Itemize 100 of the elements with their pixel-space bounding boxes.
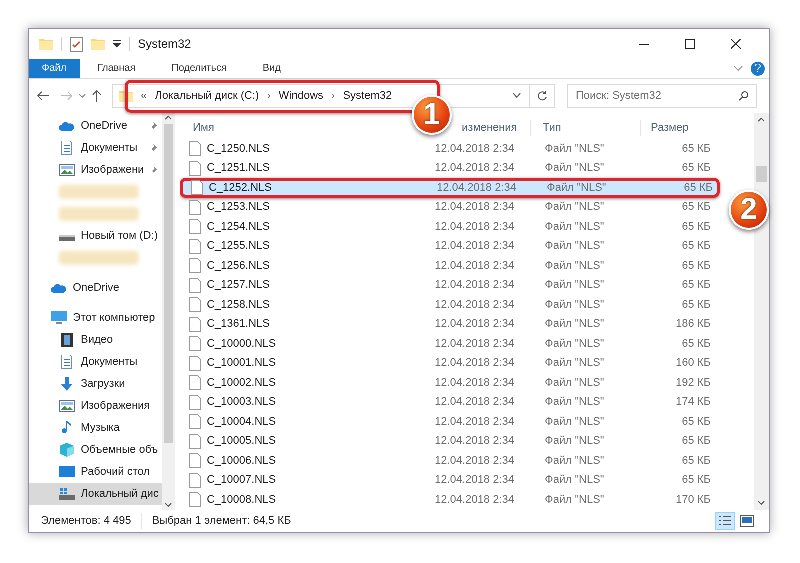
sidebar-item[interactable]: Видео bbox=[29, 329, 162, 351]
details-view-button[interactable] bbox=[715, 512, 735, 530]
sidebar-item[interactable]: Рабочий стол bbox=[29, 461, 162, 483]
column-header[interactable]: Размер bbox=[651, 122, 689, 134]
file-name: C_1257.NLS bbox=[207, 278, 270, 293]
file-date: 12.04.2018 2:34 bbox=[435, 161, 516, 176]
film-icon bbox=[59, 333, 75, 347]
overflow-chevron[interactable]: « bbox=[141, 88, 148, 104]
search-field[interactable]: Поиск: System32 bbox=[567, 84, 757, 108]
sidebar-item[interactable]: OneDrive bbox=[29, 277, 162, 299]
back-arrow-icon[interactable] bbox=[37, 91, 49, 101]
file-row[interactable]: C_1253.NLS 12.04.2018 2:34 Файл "NLS" 65 КБ bbox=[180, 198, 720, 217]
file-row[interactable]: C_10004.NLS 12.04.2018 2:34 Файл "NLS" 65 КБ bbox=[180, 412, 720, 432]
file-row[interactable]: C_10001.NLS 12.04.2018 2:34 Файл "NLS" 160 КБ bbox=[180, 354, 720, 373]
file-row[interactable]: C_1254.NLS 12.04.2018 2:34 Файл "NLS" 65 КБ bbox=[180, 217, 720, 236]
search-icon bbox=[739, 91, 749, 101]
file-icon bbox=[189, 219, 201, 234]
dropdown-icon[interactable] bbox=[113, 40, 121, 48]
breadcrumb[interactable]: System32 bbox=[343, 88, 392, 104]
file-size: 174 КБ bbox=[676, 396, 711, 408]
column-header[interactable]: изменения bbox=[462, 122, 518, 134]
file-icon bbox=[189, 258, 201, 274]
computer-icon bbox=[51, 311, 67, 325]
chevron-down-icon[interactable] bbox=[79, 94, 86, 98]
sidebar-item[interactable]: Документы bbox=[29, 351, 162, 373]
file-icon bbox=[189, 356, 201, 371]
column-header[interactable]: Тип bbox=[543, 122, 562, 134]
file-row[interactable]: C_10006.NLS 12.04.2018 2:34 Файл "NLS" 65 КБ bbox=[180, 451, 720, 470]
file-row[interactable]: C_1361.NLS 12.04.2018 2:34 Файл "NLS" 186 КБ bbox=[180, 314, 720, 334]
ribbon-tab[interactable]: Поделиться bbox=[154, 59, 245, 78]
file-name: C_1361.NLS bbox=[207, 317, 270, 332]
chevron-down-icon[interactable] bbox=[513, 93, 521, 99]
breadcrumb[interactable]: Windows bbox=[278, 88, 324, 104]
sidebar-item[interactable]: Этот компьютер bbox=[29, 307, 162, 329]
file-row[interactable]: C_10000.NLS 12.04.2018 2:34 Файл "NLS" 65 КБ bbox=[180, 334, 720, 354]
checklist-icon[interactable] bbox=[70, 36, 83, 52]
maximize-icon[interactable] bbox=[685, 39, 695, 49]
ribbon-tab[interactable]: Вид bbox=[244, 59, 299, 78]
file-row[interactable]: C_10008.NLS 12.04.2018 2:34 Файл "NLS" 170 КБ bbox=[180, 490, 720, 510]
scroll-thumb[interactable] bbox=[164, 124, 173, 443]
file-row[interactable]: C_10002.NLS 12.04.2018 2:34 Файл "NLS" 192 КБ bbox=[180, 373, 720, 392]
file-row[interactable]: C_10007.NLS 12.04.2018 2:34 Файл "NLS" 65 КБ bbox=[180, 470, 720, 490]
file-icon bbox=[189, 336, 201, 352]
file-row[interactable]: C_1258.NLS 12.04.2018 2:34 Файл "NLS" 65 КБ bbox=[180, 295, 720, 314]
file-name: C_10008.NLS bbox=[207, 492, 276, 508]
breadcrumb[interactable]: Локальный диск (C:) bbox=[155, 88, 260, 104]
scroll-down-icon[interactable] bbox=[758, 501, 765, 506]
file-row[interactable]: C_1251.NLS 12.04.2018 2:34 Файл "NLS" 65 КБ bbox=[180, 158, 720, 178]
sidebar-item[interactable]: Новый том (D:) bbox=[29, 225, 162, 247]
file-row[interactable]: C_1256.NLS 12.04.2018 2:34 Файл "NLS" 65 КБ bbox=[180, 256, 720, 276]
file-size: 65 КБ bbox=[682, 298, 711, 310]
sidebar-item[interactable]: Загрузки bbox=[29, 373, 162, 395]
file-row[interactable]: C_1257.NLS 12.04.2018 2:34 Файл "NLS" 65 КБ bbox=[180, 276, 720, 295]
sidebar-item[interactable]: Локальный дис bbox=[29, 483, 162, 505]
refresh-icon[interactable] bbox=[538, 91, 548, 101]
up-arrow-icon[interactable] bbox=[92, 90, 102, 102]
sidebar-item[interactable]: Документы bbox=[29, 137, 162, 159]
scroll-up-icon[interactable] bbox=[758, 117, 765, 122]
scroll-up-icon[interactable] bbox=[165, 115, 172, 120]
file-date: 12.04.2018 2:34 bbox=[435, 220, 516, 234]
file-size: 65 КБ bbox=[682, 279, 711, 291]
close-icon[interactable] bbox=[731, 39, 741, 49]
file-date: 12.04.2018 2:34 bbox=[435, 473, 516, 488]
sidebar-item[interactable]: Объемные объ bbox=[29, 439, 162, 461]
file-date: 12.04.2018 2:34 bbox=[435, 376, 516, 390]
path-separator[interactable]: › bbox=[267, 88, 271, 104]
file-row[interactable]: C_1250.NLS 12.04.2018 2:34 Файл "NLS" 65 КБ bbox=[180, 139, 720, 158]
file-row[interactable]: C_1255.NLS 12.04.2018 2:34 Файл "NLS" 65 КБ bbox=[180, 236, 720, 256]
file-tab[interactable]: Файл bbox=[29, 59, 80, 78]
window-title: System32 bbox=[138, 36, 192, 53]
file-size: 65 КБ bbox=[682, 416, 711, 428]
scroll-down-icon[interactable] bbox=[165, 503, 172, 508]
file-icon bbox=[189, 414, 201, 430]
ribbon-tab[interactable]: Главная bbox=[80, 59, 154, 78]
file-date: 12.04.2018 2:34 bbox=[435, 142, 516, 156]
file-size: 65 КБ bbox=[682, 435, 711, 447]
selection-info: Выбран 1 элемент: 64,5 КБ bbox=[151, 514, 292, 529]
file-name: C_1253.NLS bbox=[207, 200, 270, 215]
path-separator[interactable]: › bbox=[332, 88, 336, 104]
sidebar-item[interactable]: Музыка bbox=[29, 417, 162, 439]
file-type: Файл "NLS" bbox=[547, 180, 608, 196]
sidebar-item[interactable]: Изображения bbox=[29, 395, 162, 417]
file-date: 12.04.2018 2:34 bbox=[435, 336, 516, 352]
file-size: 170 КБ bbox=[676, 494, 711, 506]
preview-icon bbox=[740, 515, 754, 527]
drive-icon bbox=[59, 487, 75, 501]
sidebar-item[interactable]: Изображени bbox=[29, 159, 162, 181]
file-row[interactable]: C_10005.NLS 12.04.2018 2:34 Файл "NLS" 65 КБ bbox=[180, 432, 720, 451]
tiles-view-button[interactable] bbox=[737, 512, 757, 530]
file-name: C_10007.NLS bbox=[207, 473, 276, 488]
column-header[interactable]: Имя bbox=[193, 122, 214, 134]
help-icon[interactable] bbox=[751, 62, 765, 76]
file-row[interactable]: C_1252.NLS 12.04.2018 2:34 Файл "NLS" 65 КБ bbox=[180, 178, 720, 198]
sidebar-item[interactable]: OneDrive bbox=[29, 115, 162, 137]
file-icon bbox=[189, 472, 201, 488]
file-row[interactable]: C_10003.NLS 12.04.2018 2:34 Файл "NLS" 174 КБ bbox=[180, 392, 720, 412]
file-type: Файл "NLS" bbox=[545, 161, 606, 176]
scroll-thumb[interactable] bbox=[756, 166, 767, 182]
scrollbar[interactable] bbox=[162, 113, 175, 510]
file-date: 12.04.2018 2:34 bbox=[435, 298, 516, 312]
